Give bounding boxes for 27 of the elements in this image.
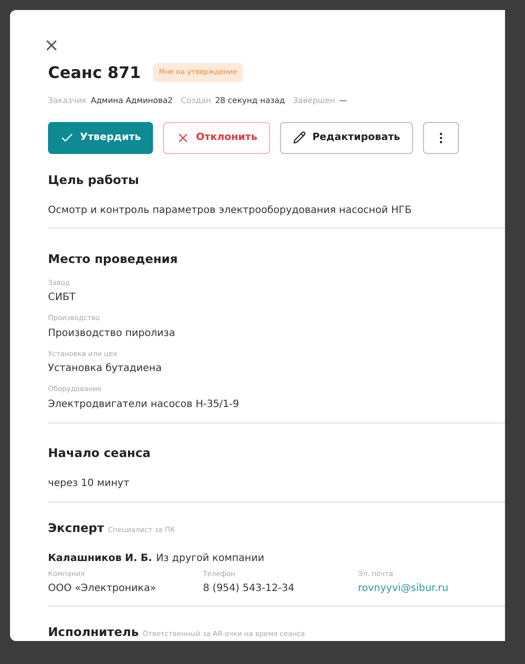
section-heading: Место проведения [48, 252, 178, 266]
start-text: через 10 минут [48, 476, 130, 490]
field-value: Установка бутадиена [48, 362, 163, 376]
section-heading: Исполнитель [48, 624, 139, 641]
edit-button[interactable]: Редактировать [280, 122, 414, 154]
meta-label: Завершен [292, 94, 336, 106]
meta-value: 28 секунд назад [215, 94, 285, 106]
meta-label: Создан [180, 94, 212, 106]
field-value: СИБТ [48, 291, 76, 305]
meta-label: Заказчик [48, 94, 87, 106]
close-button[interactable]: × [44, 37, 60, 55]
section-heading: Начало сеанса [48, 446, 151, 460]
field-value: Производство пиролиза [48, 326, 176, 340]
field-value: Электродвигатели насосов Н-35/1-9 [48, 398, 240, 412]
contact-value: 8 (954) 543-12-34 [203, 582, 296, 596]
email-link[interactable]: rovnyyvi@sibur.ru [358, 581, 505, 596]
section-heading: Цель работы [48, 172, 140, 188]
meta-value: Админа Админова2 [90, 94, 173, 106]
goal-text: Осмотр и контроль параметров электрооборудования насосной НГБ [48, 204, 413, 218]
approve-button[interactable]: Утвердить [48, 122, 153, 154]
expert-name: Калашников И. Б. [48, 552, 152, 566]
section-heading: Эксперт [48, 520, 104, 536]
session-title: Сеанс 871 [48, 62, 141, 84]
expert-affiliation: Из другой компании [156, 552, 264, 566]
meta-value: — [339, 94, 348, 106]
reject-button[interactable]: Отклонить [162, 122, 270, 154]
contact-value: ООО «Электроника» [48, 582, 158, 596]
